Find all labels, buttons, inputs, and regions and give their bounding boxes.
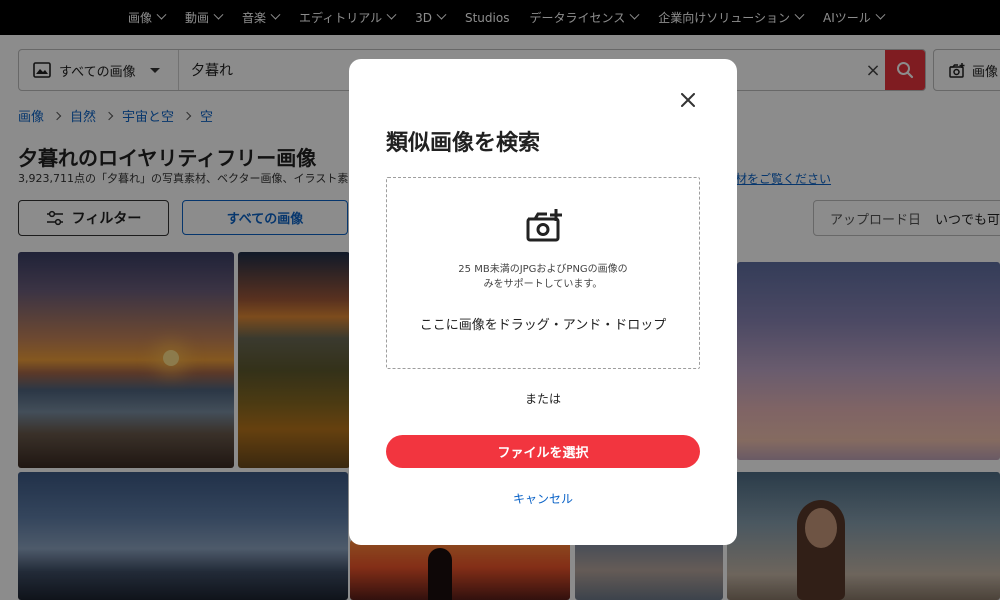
close-icon[interactable]	[677, 89, 699, 111]
image-dropzone[interactable]: 25 MB未満のJPGおよびPNGの画像の みをサポートしています。 ここに画像…	[386, 177, 700, 369]
drop-instruction: ここに画像をドラッグ・アンド・ドロップ	[419, 318, 667, 333]
dialog-title: 類似画像を検索	[386, 131, 541, 156]
hint-line: みをサポートしています。	[483, 279, 603, 290]
choose-file-button[interactable]: ファイルを選択	[386, 435, 700, 468]
file-format-hint: 25 MB未満のJPGおよびPNGの画像の みをサポートしています。	[387, 262, 699, 292]
similar-image-search-dialog: 類似画像を検索 25 MB未満のJPGおよびPNGの画像の みをサポートしていま…	[349, 59, 737, 545]
cancel-link[interactable]: キャンセル	[349, 490, 737, 507]
or-divider-text: または	[524, 392, 561, 406]
hint-line: 25 MB未満のJPGおよびPNGの画像の	[458, 264, 628, 275]
camera-plus-icon	[526, 209, 562, 242]
